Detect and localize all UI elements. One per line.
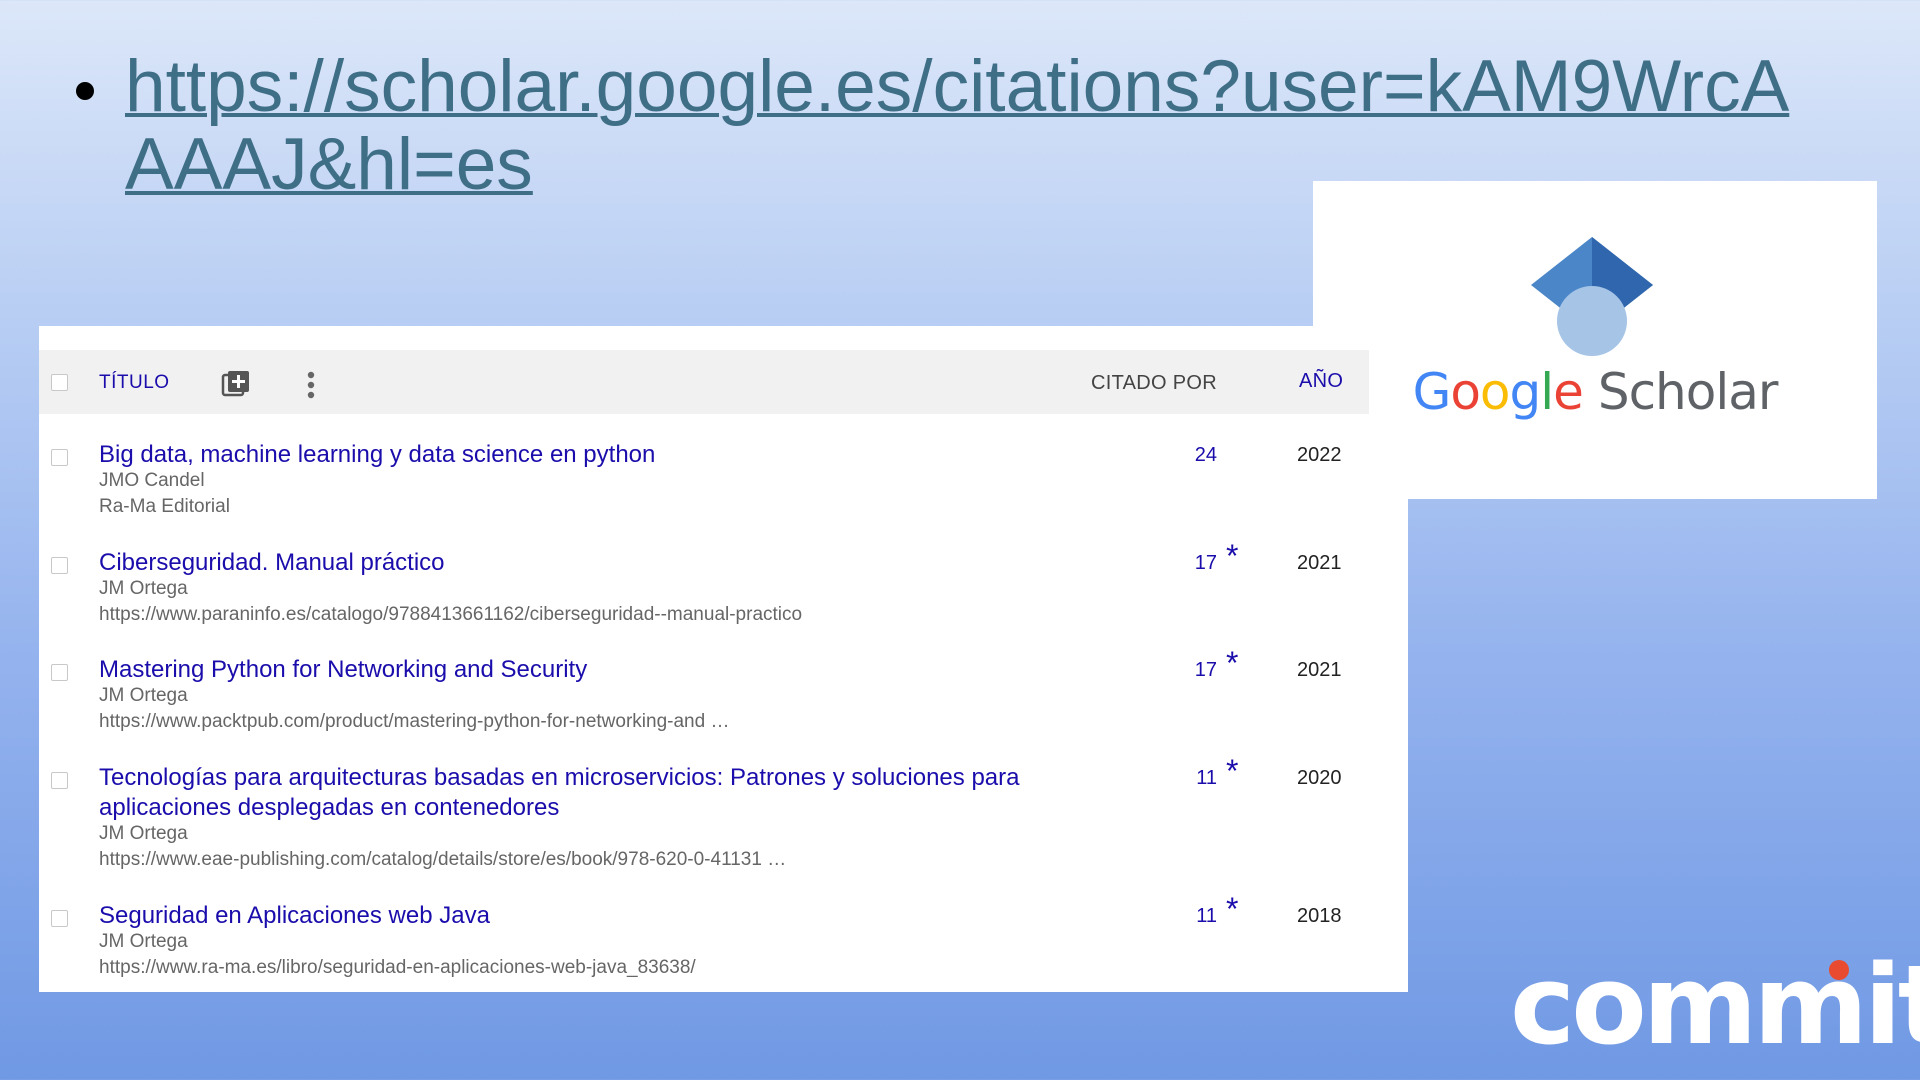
publication-authors: JM Ortega bbox=[99, 578, 188, 599]
column-cited-by-header[interactable]: CITADO POR bbox=[1091, 372, 1217, 395]
row-checkbox[interactable] bbox=[51, 664, 68, 681]
row-checkbox[interactable] bbox=[51, 772, 68, 789]
publication-venue: https://www.paraninfo.es/catalogo/978841… bbox=[99, 604, 803, 625]
commit-logo: commit bbox=[1510, 941, 1920, 1069]
publication-year: 2021 bbox=[1297, 659, 1342, 681]
row-checkbox[interactable] bbox=[51, 449, 68, 466]
graduation-cap-icon bbox=[1531, 237, 1653, 356]
publication-venue: Ra-Ma Editorial bbox=[99, 496, 230, 517]
publication-title-link[interactable]: Ciberseguridad. Manual práctico bbox=[99, 548, 1109, 578]
publication-year: 2021 bbox=[1297, 552, 1342, 574]
row-checkbox[interactable] bbox=[51, 910, 68, 927]
more-vert-icon[interactable] bbox=[306, 370, 316, 400]
table-header: TÍTULO CITADO POR AÑO bbox=[39, 350, 1369, 414]
merged-citation-star: * bbox=[1226, 891, 1239, 927]
publication-authors: JMO Candel bbox=[99, 470, 205, 491]
commit-logo-dot bbox=[1829, 960, 1849, 980]
column-year-header[interactable]: AÑO bbox=[1299, 370, 1343, 393]
row-checkbox[interactable] bbox=[51, 557, 68, 574]
publication-title-link[interactable]: Mastering Python for Networking and Secu… bbox=[99, 655, 1109, 685]
publication-authors: JM Ortega bbox=[99, 931, 188, 952]
publication-title-link[interactable]: Tecnologías para arquitecturas basadas e… bbox=[99, 763, 1109, 823]
cited-by-count-link[interactable]: 11 bbox=[1169, 767, 1217, 790]
merged-citation-star: * bbox=[1226, 538, 1239, 574]
publications-table: TÍTULO CITADO POR AÑO Big data, machine … bbox=[39, 326, 1408, 992]
cited-by-count-link[interactable]: 11 bbox=[1169, 905, 1217, 928]
column-title-header[interactable]: TÍTULO bbox=[99, 372, 170, 394]
publication-venue: https://www.packtpub.com/product/masteri… bbox=[99, 711, 730, 732]
publication-authors: JM Ortega bbox=[99, 685, 188, 706]
publication-authors: JM Ortega bbox=[99, 823, 188, 844]
publication-title-link[interactable]: Seguridad en Aplicaciones web Java bbox=[99, 901, 1109, 931]
publication-year: 2020 bbox=[1297, 767, 1342, 789]
cited-by-count-link[interactable]: 17 bbox=[1169, 552, 1217, 575]
bullet-dot bbox=[76, 82, 94, 100]
merged-citation-star: * bbox=[1226, 753, 1239, 789]
publication-year: 2018 bbox=[1297, 905, 1342, 927]
publication-title-link[interactable]: Big data, machine learning y data scienc… bbox=[99, 440, 1109, 470]
publication-year: 2022 bbox=[1297, 444, 1342, 466]
add-to-library-icon[interactable] bbox=[221, 369, 251, 399]
publication-venue: https://www.ra-ma.es/libro/seguridad-en-… bbox=[99, 957, 696, 978]
cited-by-count-link[interactable]: 17 bbox=[1169, 659, 1217, 682]
select-all-checkbox[interactable] bbox=[51, 374, 68, 391]
merged-citation-star: * bbox=[1226, 645, 1239, 681]
publication-venue: https://www.eae-publishing.com/catalog/d… bbox=[99, 849, 787, 870]
cited-by-count-link[interactable]: 24 bbox=[1169, 444, 1217, 467]
